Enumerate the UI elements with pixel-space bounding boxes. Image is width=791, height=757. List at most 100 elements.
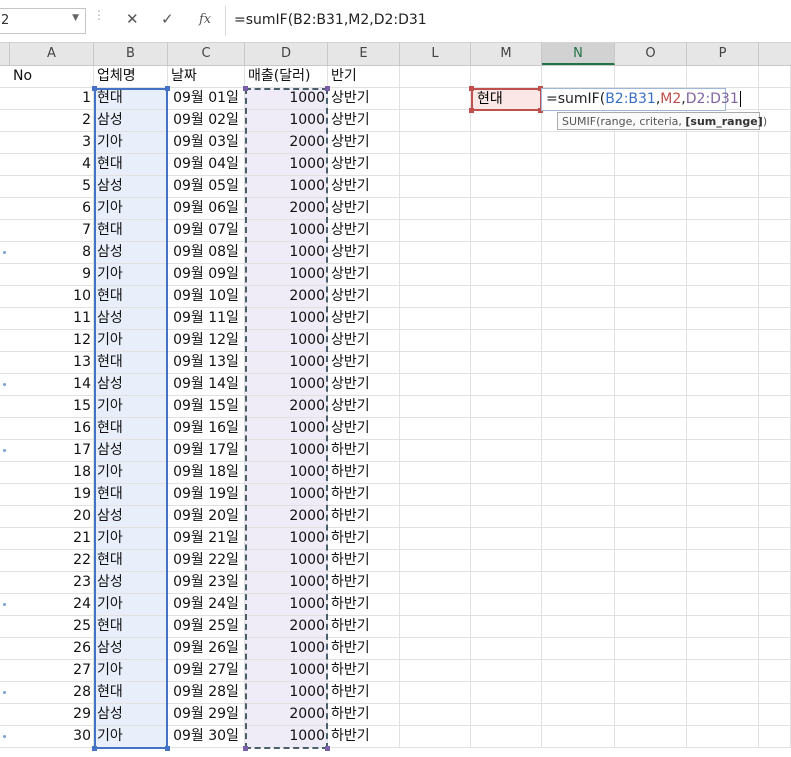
empty-cell[interactable] <box>687 440 759 462</box>
row-header[interactable] <box>0 550 10 572</box>
cell-date[interactable]: 09월 28일 <box>168 682 245 704</box>
cell-company[interactable]: 현대 <box>94 88 168 110</box>
row-header[interactable] <box>0 726 10 748</box>
cell-sales[interactable]: 1000 <box>245 330 328 352</box>
empty-cell[interactable] <box>542 594 615 616</box>
chevron-down-icon[interactable]: ▼ <box>72 13 79 23</box>
cell-company[interactable]: 삼성 <box>94 704 168 726</box>
empty-cell[interactable] <box>400 704 471 726</box>
empty-cell[interactable] <box>471 484 542 506</box>
row-header[interactable] <box>0 220 10 242</box>
row-header[interactable] <box>0 704 10 726</box>
cell-date[interactable]: 09월 19일 <box>168 484 245 506</box>
empty-cell[interactable] <box>400 396 471 418</box>
empty-cell[interactable] <box>400 176 471 198</box>
empty-cell[interactable] <box>542 242 615 264</box>
empty-cell[interactable] <box>615 220 687 242</box>
empty-cell[interactable] <box>759 154 791 176</box>
cell-date[interactable]: 09월 05일 <box>168 176 245 198</box>
empty-cell[interactable] <box>400 132 471 154</box>
name-box[interactable]: 2 ▼ <box>0 8 86 34</box>
cell-sales[interactable]: 1000 <box>245 220 328 242</box>
empty-cell[interactable] <box>615 374 687 396</box>
empty-cell[interactable] <box>759 352 791 374</box>
empty-cell[interactable] <box>759 308 791 330</box>
cell-date[interactable]: 09월 18일 <box>168 462 245 484</box>
row-header[interactable] <box>0 418 10 440</box>
empty-cell[interactable] <box>471 154 542 176</box>
cell-no[interactable]: 5 <box>10 176 94 198</box>
cell-no[interactable]: 7 <box>10 220 94 242</box>
empty-cell[interactable] <box>615 528 687 550</box>
cell-half[interactable]: 상반기 <box>328 242 400 264</box>
empty-cell[interactable] <box>471 132 542 154</box>
empty-cell[interactable] <box>759 638 791 660</box>
column-header-b[interactable]: B <box>94 43 168 65</box>
empty-cell[interactable] <box>471 352 542 374</box>
empty-cell[interactable] <box>615 682 687 704</box>
row-header[interactable] <box>0 638 10 660</box>
cell-date[interactable]: 09월 22일 <box>168 550 245 572</box>
cell-half[interactable]: 하반기 <box>328 572 400 594</box>
empty-cell[interactable] <box>542 440 615 462</box>
row-header[interactable] <box>0 506 10 528</box>
header-cell-company[interactable]: 업체명 <box>94 66 168 88</box>
cell-half[interactable]: 상반기 <box>328 176 400 198</box>
empty-cell[interactable] <box>615 462 687 484</box>
row-header[interactable] <box>0 132 10 154</box>
empty-cell[interactable] <box>400 462 471 484</box>
empty-cell[interactable] <box>400 660 471 682</box>
empty-cell[interactable] <box>615 616 687 638</box>
cell-sales[interactable]: 1000 <box>245 264 328 286</box>
cell-company[interactable]: 기아 <box>94 396 168 418</box>
empty-cell[interactable] <box>687 330 759 352</box>
column-header-l[interactable]: L <box>400 43 471 65</box>
column-header-p[interactable]: P <box>687 43 759 65</box>
header-cell-no[interactable]: No <box>10 66 94 88</box>
column-header-next[interactable] <box>759 43 791 65</box>
empty-cell[interactable] <box>400 154 471 176</box>
empty-cell[interactable] <box>615 550 687 572</box>
cell-date[interactable]: 09월 09일 <box>168 264 245 286</box>
cell-no[interactable]: 10 <box>10 286 94 308</box>
empty-cell[interactable] <box>471 330 542 352</box>
cell-sales[interactable]: 2000 <box>245 132 328 154</box>
empty-cell[interactable] <box>400 88 471 110</box>
empty-cell[interactable] <box>759 286 791 308</box>
empty-cell[interactable] <box>687 176 759 198</box>
cell-sales[interactable]: 2000 <box>245 198 328 220</box>
cell-no[interactable]: 12 <box>10 330 94 352</box>
cell-sales[interactable]: 1000 <box>245 88 328 110</box>
row-header[interactable] <box>0 352 10 374</box>
empty-cell[interactable] <box>759 396 791 418</box>
cell-date[interactable]: 09월 14일 <box>168 374 245 396</box>
empty-cell[interactable] <box>687 462 759 484</box>
row-header[interactable] <box>0 572 10 594</box>
empty-cell[interactable] <box>542 418 615 440</box>
cell-no[interactable]: 28 <box>10 682 94 704</box>
cell-company[interactable]: 현대 <box>94 352 168 374</box>
column-header-e[interactable]: E <box>328 43 400 65</box>
cell-company[interactable]: 현대 <box>94 154 168 176</box>
cancel-icon[interactable]: ✕ <box>126 10 139 28</box>
cell-date[interactable]: 09월 07일 <box>168 220 245 242</box>
cell-company[interactable]: 삼성 <box>94 308 168 330</box>
empty-cell[interactable] <box>542 132 615 154</box>
cell-no[interactable]: 15 <box>10 396 94 418</box>
empty-cell[interactable] <box>542 154 615 176</box>
cell-company[interactable]: 기아 <box>94 462 168 484</box>
cell-date[interactable]: 09월 12일 <box>168 330 245 352</box>
empty-cell[interactable] <box>542 220 615 242</box>
cell-no[interactable]: 1 <box>10 88 94 110</box>
cell-half[interactable]: 하반기 <box>328 594 400 616</box>
empty-cell[interactable] <box>615 264 687 286</box>
empty-cell[interactable] <box>542 66 615 88</box>
cell-company[interactable]: 현대 <box>94 682 168 704</box>
cell-sales[interactable]: 1000 <box>245 242 328 264</box>
cell-company[interactable]: 삼성 <box>94 440 168 462</box>
row-header[interactable] <box>0 198 10 220</box>
empty-cell[interactable] <box>471 110 542 132</box>
empty-cell[interactable] <box>400 594 471 616</box>
empty-cell[interactable] <box>400 506 471 528</box>
cell-sales[interactable]: 1000 <box>245 374 328 396</box>
